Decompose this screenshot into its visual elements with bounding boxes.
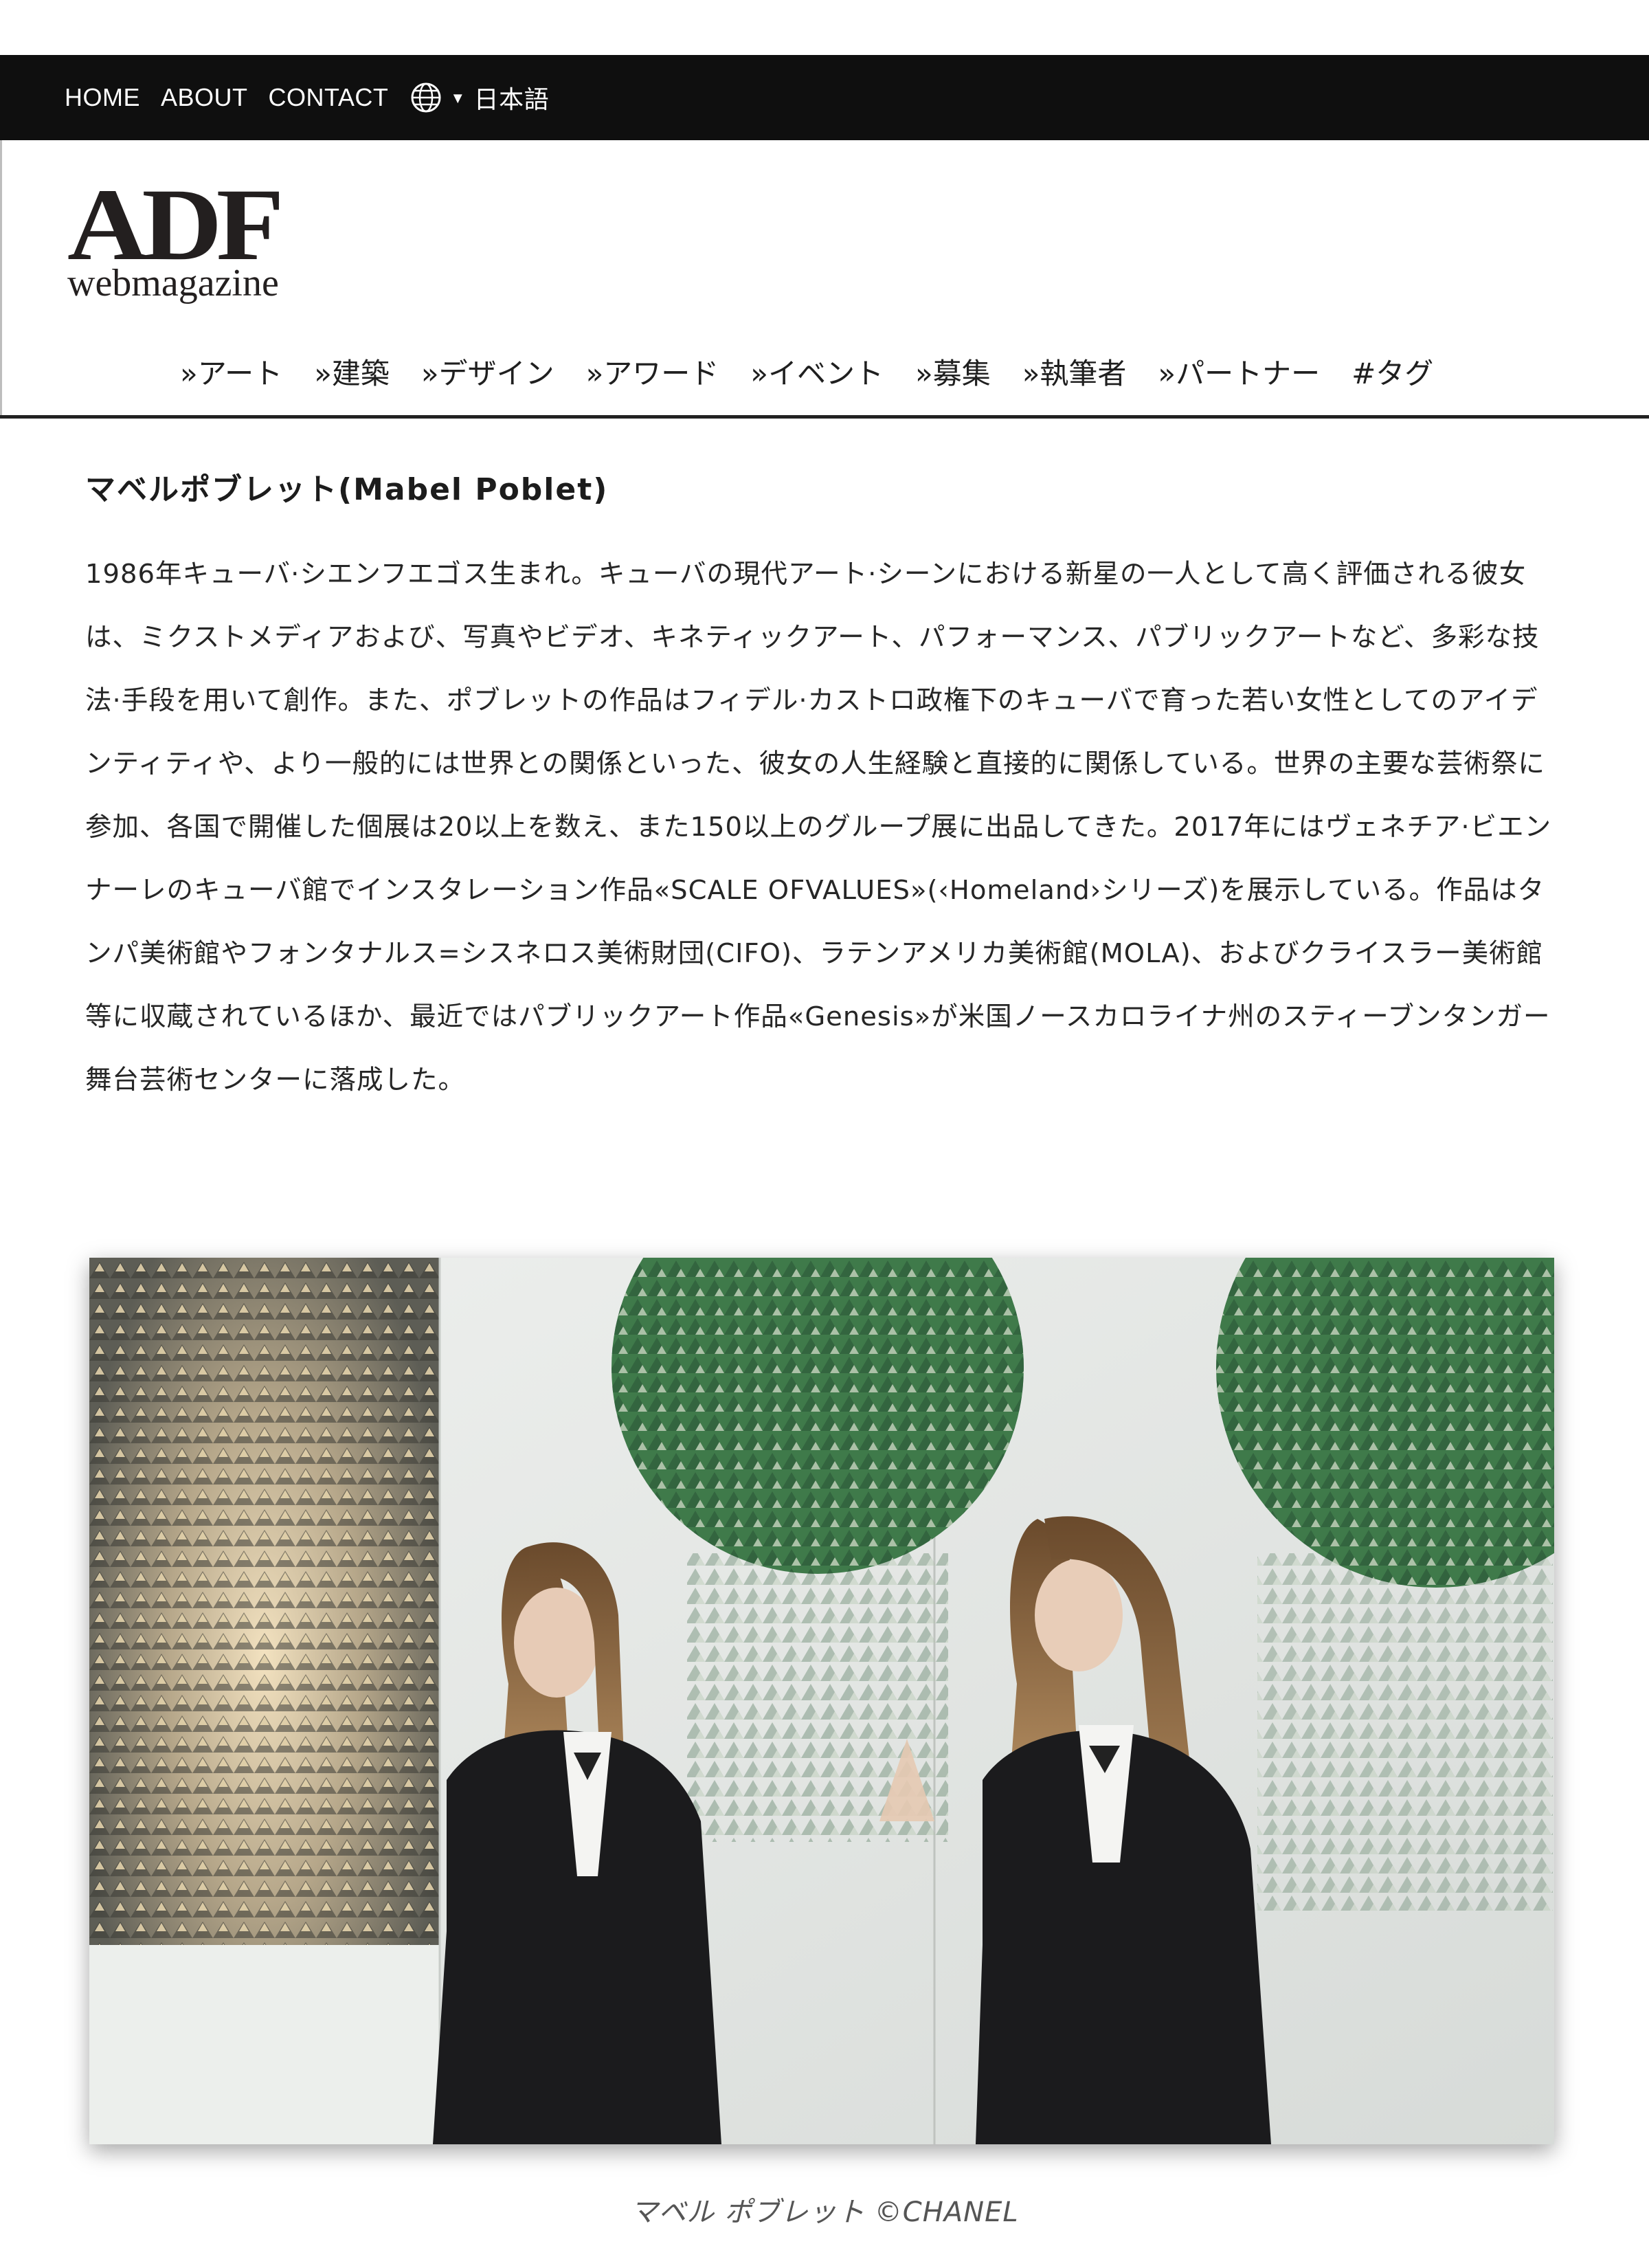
nav-home-link[interactable]: HOME bbox=[65, 83, 140, 112]
header-left-border bbox=[0, 140, 2, 418]
category-recruit[interactable]: »募集 bbox=[915, 351, 991, 392]
category-award[interactable]: »アワード bbox=[586, 351, 719, 392]
category-partner[interactable]: »パートナー bbox=[1158, 351, 1320, 392]
nav-divider bbox=[0, 415, 1649, 419]
category-tags[interactable]: #タグ bbox=[1351, 351, 1433, 392]
photo-caption: マベル ポブレット ©CHANEL bbox=[630, 2197, 1019, 2228]
category-writers[interactable]: »執筆者 bbox=[1022, 351, 1127, 392]
category-design[interactable]: »デザイン bbox=[421, 351, 554, 392]
nav-about-link[interactable]: ABOUT bbox=[161, 83, 248, 112]
language-label: 日本語 bbox=[473, 86, 550, 114]
language-selector[interactable]: ▼ 日本語 bbox=[410, 80, 549, 115]
category-art[interactable]: »アート bbox=[180, 351, 282, 392]
logo-main-text: ADF bbox=[67, 168, 284, 282]
category-nav: »アート »建築 »デザイン »アワード »イベント »募集 »執筆者 »パート… bbox=[180, 351, 1465, 392]
site-logo[interactable]: ADF webmagazine bbox=[67, 168, 315, 311]
page: HOME ABOUT CONTACT ▼ 日本語 ADF webmagazine… bbox=[0, 0, 1649, 2268]
category-architecture[interactable]: »建築 bbox=[314, 351, 390, 392]
article-title: マベルポブレット(Mabel Poblet) bbox=[85, 472, 609, 507]
nav-contact-link[interactable]: CONTACT bbox=[269, 83, 389, 112]
logo-sub-text: webmagazine bbox=[67, 262, 279, 304]
top-bar: HOME ABOUT CONTACT ▼ 日本語 bbox=[0, 55, 1649, 140]
category-event[interactable]: »イベント bbox=[750, 351, 884, 392]
caret-down-icon: ▼ bbox=[450, 89, 466, 107]
article-body: 1986年キューバ·シエンフエゴス生まれ。キューバの現代アート·シーンにおける新… bbox=[85, 559, 1552, 1096]
top-nav: HOME ABOUT CONTACT ▼ 日本語 bbox=[65, 55, 549, 140]
globe-icon bbox=[410, 82, 442, 113]
artist-photo bbox=[89, 1258, 1554, 2144]
